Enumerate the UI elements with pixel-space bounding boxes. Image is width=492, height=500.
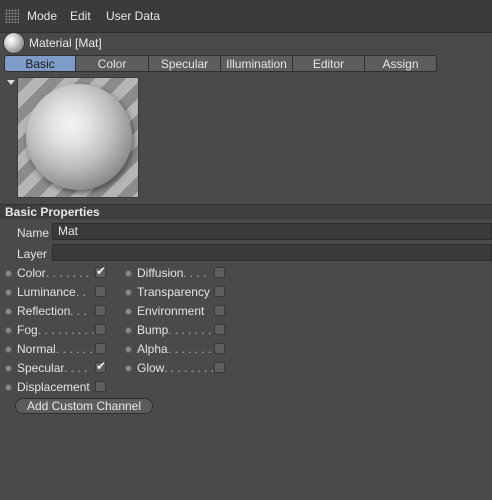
normal-channel-label: Normal (17, 342, 56, 356)
tab-bar: Basic Color Specular Illumination Editor… (4, 55, 437, 73)
tab-illumination[interactable]: Illumination (221, 55, 293, 72)
preview-sphere (26, 84, 132, 190)
diffusion-leader-dots: . . . . (183, 266, 207, 280)
reflection-checkbox[interactable] (95, 305, 106, 316)
menu-user-data[interactable]: User Data (106, 9, 160, 23)
layer-label: Layer (17, 247, 48, 261)
reflection-animation-dot-icon[interactable] (5, 308, 12, 315)
displacement-checkbox[interactable] (95, 381, 106, 392)
environment-channel-label: Environment (137, 304, 205, 318)
displacement-animation-dot-icon[interactable] (5, 384, 12, 391)
glow-leader-dots: . . . . . . . . (164, 361, 215, 375)
glow-channel-label: Glow (137, 361, 165, 375)
tab-color[interactable]: Color (76, 55, 149, 72)
layer-field[interactable] (52, 244, 492, 261)
material-title: Material [Mat] (29, 36, 102, 50)
tab-basic[interactable]: Basic (4, 55, 76, 72)
luminance-channel-label: Luminance (17, 285, 76, 299)
fog-checkbox[interactable] (95, 324, 106, 335)
transparency-channel-label: Transparency (137, 285, 210, 299)
specular-channel-label: Specular (17, 361, 65, 375)
menu-bar: Mode Edit User Data (0, 0, 492, 33)
fog-animation-dot-icon[interactable] (5, 327, 12, 334)
reflection-leader-dots: . . . (70, 304, 87, 318)
glow-animation-dot-icon[interactable] (125, 365, 132, 372)
normal-leader-dots: . . . . . . (56, 342, 93, 356)
color-channel-label: Color (17, 266, 46, 280)
specular-animation-dot-icon[interactable] (5, 365, 12, 372)
environment-animation-dot-icon[interactable] (125, 308, 132, 315)
reflection-channel-label: Reflection (17, 304, 71, 318)
fog-leader-dots: . . . . . . . . . (38, 323, 95, 337)
alpha-checkbox[interactable] (214, 343, 225, 354)
grip-icon[interactable] (5, 9, 19, 23)
diffusion-checkbox[interactable] (214, 267, 225, 278)
diffusion-channel-label: Diffusion (137, 266, 184, 280)
material-preview[interactable] (17, 77, 139, 198)
collapse-arrow-icon[interactable] (7, 80, 15, 85)
name-field[interactable]: Mat (52, 223, 492, 240)
alpha-animation-dot-icon[interactable] (125, 346, 132, 353)
bump-leader-dots: . . . . . . . (168, 323, 212, 337)
fog-channel-label: Fog (17, 323, 38, 337)
color-leader-dots: . . . . . . . (46, 266, 90, 280)
tab-specular[interactable]: Specular (149, 55, 221, 72)
displacement-channel-label: Displacement (17, 380, 90, 394)
alpha-channel-label: Alpha (137, 342, 168, 356)
bump-checkbox[interactable] (214, 324, 225, 335)
color-checkbox[interactable] (95, 264, 106, 278)
luminance-checkbox[interactable] (95, 286, 106, 297)
normal-checkbox[interactable] (95, 343, 106, 354)
bump-channel-label: Bump (137, 323, 169, 337)
color-animation-dot-icon[interactable] (5, 270, 12, 277)
transparency-animation-dot-icon[interactable] (125, 289, 132, 296)
diffusion-animation-dot-icon[interactable] (125, 270, 132, 277)
menu-mode[interactable]: Mode (27, 9, 57, 23)
luminance-leader-dots: . . (76, 285, 87, 299)
section-basic-properties: Basic Properties (0, 204, 492, 219)
normal-animation-dot-icon[interactable] (5, 346, 12, 353)
specular-checkbox[interactable] (95, 359, 106, 373)
environment-checkbox[interactable] (214, 305, 225, 316)
tab-editor[interactable]: Editor (293, 55, 365, 72)
material-sphere-icon (4, 33, 24, 53)
menu-edit[interactable]: Edit (70, 9, 91, 23)
specular-leader-dots: . . . . (64, 361, 88, 375)
bump-animation-dot-icon[interactable] (125, 327, 132, 334)
glow-checkbox[interactable] (214, 362, 225, 373)
luminance-animation-dot-icon[interactable] (5, 289, 12, 296)
name-label: Name (17, 226, 50, 240)
alpha-leader-dots: . . . . . . . . (168, 342, 219, 356)
transparency-checkbox[interactable] (214, 286, 225, 297)
add-custom-channel-button[interactable]: Add Custom Channel (15, 398, 153, 414)
tab-assign[interactable]: Assign (365, 55, 437, 72)
